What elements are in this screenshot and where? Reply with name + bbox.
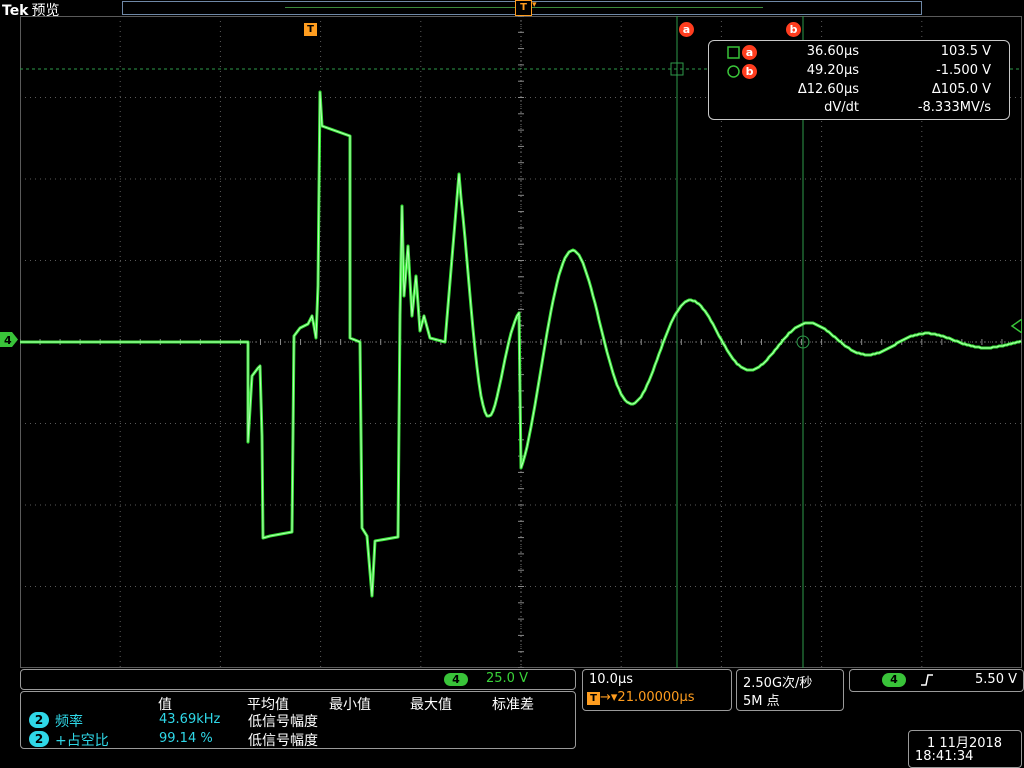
cursor-b-row: b 49.20µs -1.500 V (709, 63, 1009, 81)
date-time-box: 1 11月2018 18:41:34 (908, 730, 1022, 768)
measurement-stats-box[interactable]: 值 平均值 最小值 最大值 标准差 2 频率 43.69kHz 低信号幅度 2 … (20, 691, 576, 749)
cursor-b-time: 49.20µs (806, 63, 859, 78)
stats-measure-value: 99.14 % (159, 731, 213, 746)
stats-channel-badge: 2 (29, 731, 49, 747)
circle-icon (727, 65, 740, 78)
stats-row-duty-cycle[interactable]: 2 +占空比 99.14 % 低信号幅度 (21, 730, 575, 749)
ch4-vertical-scale[interactable]: 25.0 V (486, 671, 528, 686)
cursor-b-badge: b (742, 64, 757, 79)
cursor-a-badge: a (742, 45, 757, 60)
cursor-rate-value: -8.333MV/s (917, 100, 991, 115)
cursor-delta-value: Δ105.0 V (931, 82, 991, 97)
cursor-b-value: -1.500 V (936, 63, 991, 78)
stats-measure-status: 低信号幅度 (248, 714, 318, 730)
time-label: 18:41:34 (915, 749, 974, 764)
timebase-value: 10.0µs (589, 672, 633, 687)
cursor-a-value: 103.5 V (940, 44, 991, 59)
ch4-ground-marker[interactable]: 4 (0, 332, 18, 347)
trigger-delay-icon: T (587, 692, 600, 705)
trigger-channel-badge: 4 (882, 673, 906, 687)
arrow-right-icon: →▾ (600, 690, 618, 705)
cursor-delta-row: Δ12.60µs Δ105.0 V (709, 82, 1009, 100)
stats-measure-value: 43.69kHz (159, 712, 221, 727)
record-trigger-marker[interactable]: T (515, 0, 532, 16)
ch4-marker-text: 4 (4, 334, 12, 347)
rising-edge-icon (921, 674, 933, 686)
stats-measure-name: 频率 (55, 714, 83, 730)
stats-row-frequency[interactable]: 2 频率 43.69kHz 低信号幅度 (21, 711, 575, 730)
sample-rate: 2.50G次/秒 (743, 676, 813, 691)
stats-channel-badge: 2 (29, 712, 49, 728)
trigger-box[interactable]: 4 5.50 V (849, 669, 1024, 692)
stats-measure-status: 低信号幅度 (248, 733, 318, 749)
timebase-box[interactable]: 10.0µs T →▾21.00000µs (582, 669, 732, 711)
cursor-delta-time: Δ12.60µs (797, 82, 859, 97)
record-length: 5M 点 (743, 694, 780, 709)
trigger-level: 5.50 V (975, 672, 1017, 687)
trigger-level-marker[interactable] (1008, 319, 1022, 333)
trigger-delay-row: T →▾21.00000µs (587, 690, 695, 705)
trigger-delay-value: 21.00000µs (617, 690, 695, 705)
ch4-badge[interactable]: 4 (444, 673, 468, 686)
cursor-a-row: a 36.60µs 103.5 V (709, 44, 1009, 62)
record-position-icon: ▾ (532, 0, 537, 10)
cursor-rate-row: dV/dt -8.333MV/s (709, 100, 1009, 118)
cursor-readout: a 36.60µs 103.5 V b 49.20µs -1.500 V Δ12… (708, 40, 1010, 120)
stats-measure-name: +占空比 (55, 733, 109, 749)
square-icon (727, 46, 740, 59)
acquisition-box[interactable]: 2.50G次/秒 5M 点 (736, 669, 844, 711)
cursor-rate-label: dV/dt (824, 100, 859, 115)
cursor-a-time: 36.60µs (806, 44, 859, 59)
